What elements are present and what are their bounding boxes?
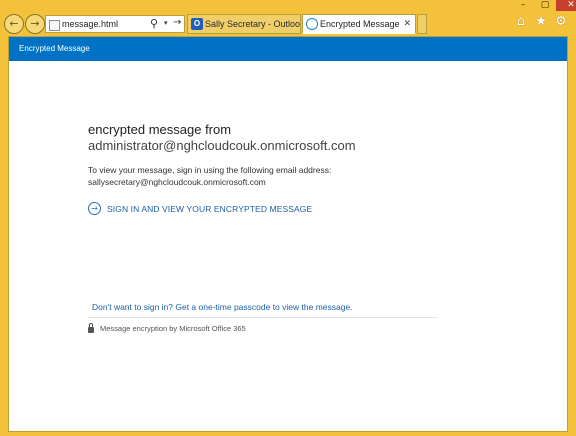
lock-icon [88, 323, 94, 333]
go-arrow-icon[interactable]: → [173, 17, 181, 28]
browser-window: – ▢ ✕ ← → message.html ⚲ ▾ → O Sally Sec… [0, 0, 576, 436]
search-icon[interactable]: ⚲ [150, 17, 158, 30]
divider [88, 317, 438, 318]
close-tab-icon[interactable]: ✕ [403, 15, 411, 33]
instruction-text: To view your message, sign in using the … [88, 165, 332, 175]
header-title: Encrypted Message [19, 44, 90, 53]
sign-in-label[interactable]: SIGN IN AND VIEW YOUR ENCRYPTED MESSAGE [107, 204, 312, 214]
page-icon [49, 20, 60, 31]
footer: Message encryption by Microsoft Office 3… [88, 323, 246, 333]
toolbar-icons: ⌂ ★ ⚙ [514, 14, 568, 30]
new-tab-button[interactable] [417, 14, 427, 34]
chevron-down-icon[interactable]: ▾ [164, 19, 168, 27]
tab-label: Encrypted Message [320, 19, 400, 29]
message-content: encrypted message from administrator@ngh… [88, 122, 448, 215]
instructions: To view your message, sign in using the … [88, 164, 448, 188]
window-controls: – ▢ ✕ [512, 0, 576, 11]
tab-encrypted-message[interactable]: Encrypted Message ✕ [302, 14, 416, 34]
address-bar[interactable]: message.html ⚲ ▾ → [45, 15, 185, 33]
page-header: Encrypted Message [9, 37, 567, 61]
heading-line-1: encrypted message from [88, 122, 232, 137]
minimize-button[interactable]: – [512, 0, 534, 11]
arrow-circle-icon: → [88, 202, 101, 215]
one-time-passcode-link[interactable]: Don't want to sign in? Get a one-time pa… [92, 302, 353, 312]
sender-address: administrator@nghcloudcouk.onmicrosoft.c… [88, 138, 356, 153]
sign-in-button[interactable]: → SIGN IN AND VIEW YOUR ENCRYPTED MESSAG… [88, 202, 448, 215]
page-viewport: Encrypted Message encrypted message from… [8, 36, 568, 432]
home-icon[interactable]: ⌂ [514, 14, 528, 30]
tab-outlook[interactable]: O Sally Secretary - Outlook Web ... [187, 14, 301, 34]
navigation-bar: ← → message.html ⚲ ▾ → O Sally Secretary… [0, 11, 576, 36]
tab-label: Sally Secretary - Outlook Web ... [205, 19, 301, 29]
settings-icon[interactable]: ⚙ [554, 14, 568, 30]
address-text[interactable]: message.html [62, 19, 118, 29]
maximize-button[interactable]: ▢ [534, 0, 556, 11]
ie-page-icon [306, 18, 318, 30]
favorites-icon[interactable]: ★ [534, 14, 548, 30]
close-window-button[interactable]: ✕ [556, 0, 576, 11]
footer-text: Message encryption by Microsoft Office 3… [100, 324, 246, 333]
forward-button[interactable]: → [25, 14, 45, 34]
back-button[interactable]: ← [4, 14, 24, 34]
recipient-email: sallysecretary@nghcloudcouk.onmicrosoft.… [88, 177, 266, 187]
outlook-icon: O [191, 18, 203, 30]
